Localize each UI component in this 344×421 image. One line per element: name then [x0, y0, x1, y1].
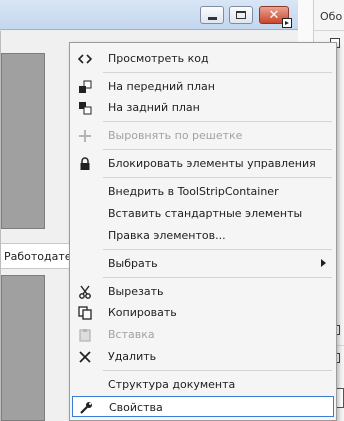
menu-item-label: Просмотреть код	[108, 52, 209, 65]
menu-item-label: Структура документа	[108, 378, 236, 391]
menu-separator	[103, 121, 332, 122]
menu-item-label: Выровнять по решетке	[108, 129, 243, 142]
scissors-icon	[77, 284, 93, 300]
align-to-grid-icon	[77, 128, 93, 144]
menu-item-align-to-grid: Выровнять по решетке	[72, 125, 334, 146]
menu-item-label: На задний план	[108, 101, 200, 114]
minimize-button[interactable]	[200, 6, 224, 24]
maximize-button[interactable]	[229, 6, 253, 24]
menu-item-copy[interactable]: Копировать	[72, 302, 334, 323]
submenu-arrow-icon	[321, 259, 326, 267]
menu-item-document-outline[interactable]: Структура документа	[72, 374, 334, 395]
menu-item-paste: Вставка	[72, 324, 334, 345]
menu-separator	[103, 149, 332, 150]
lock-icon	[77, 156, 93, 172]
menu-separator	[103, 177, 332, 178]
menu-item-insert-standard[interactable]: Вставить стандартные элементы	[72, 203, 334, 224]
bring-to-front-icon	[77, 79, 93, 95]
menu-item-properties[interactable]: Свойства	[72, 396, 334, 417]
close-icon: ✕	[268, 7, 280, 23]
menu-item-label: На передний план	[108, 80, 215, 93]
menu-item-label: Правка элементов...	[108, 229, 226, 242]
divider	[314, 30, 344, 31]
menu-item-bring-to-front[interactable]: На передний план	[72, 76, 334, 97]
bottom-panel[interactable]	[1, 275, 45, 421]
menu-separator	[103, 277, 332, 278]
menu-item-label: Вставить стандартные элементы	[108, 207, 303, 220]
context-menu[interactable]: Просмотреть код На передний план На задн…	[69, 42, 337, 421]
right-panel-tab[interactable]: Обо	[320, 10, 344, 23]
menu-item-select[interactable]: Выбрать	[72, 253, 334, 274]
menu-item-view-code[interactable]: Просмотреть код	[72, 48, 334, 69]
menu-item-label: Свойства	[109, 401, 163, 414]
menu-item-label: Выбрать	[108, 257, 158, 270]
menu-item-label: Копировать	[108, 306, 177, 319]
menu-item-label: Вырезать	[108, 285, 164, 298]
menu-separator	[103, 249, 332, 250]
form-titlebar[interactable]: ✕	[0, 0, 298, 30]
wrench-icon	[78, 400, 94, 416]
menu-separator	[103, 72, 332, 73]
maximize-icon	[236, 11, 246, 19]
top-panel[interactable]	[1, 53, 45, 229]
menu-item-label: Внедрить в ToolStripContainer	[108, 185, 279, 198]
menu-item-delete[interactable]: Удалить	[72, 346, 334, 367]
menu-item-cut[interactable]: Вырезать	[72, 281, 334, 302]
delete-icon	[77, 349, 93, 365]
copy-icon	[77, 305, 93, 321]
smart-tag-glyph-icon[interactable]	[282, 18, 292, 28]
menu-item-send-to-back[interactable]: На задний план	[72, 97, 334, 118]
menu-separator	[103, 370, 332, 371]
paste-icon	[77, 327, 93, 343]
view-code-icon	[77, 51, 93, 67]
menu-item-label: Блокировать элементы управления	[108, 157, 316, 170]
menu-item-label: Удалить	[108, 350, 157, 363]
menu-item-embed-toolstrip[interactable]: Внедрить в ToolStripContainer	[72, 181, 334, 202]
menu-item-label: Вставка	[108, 328, 155, 341]
minimize-icon	[207, 16, 217, 20]
menu-item-edit-items[interactable]: Правка элементов...	[72, 225, 334, 246]
send-to-back-icon	[77, 100, 93, 116]
menu-item-lock-controls[interactable]: Блокировать элементы управления	[72, 153, 334, 174]
